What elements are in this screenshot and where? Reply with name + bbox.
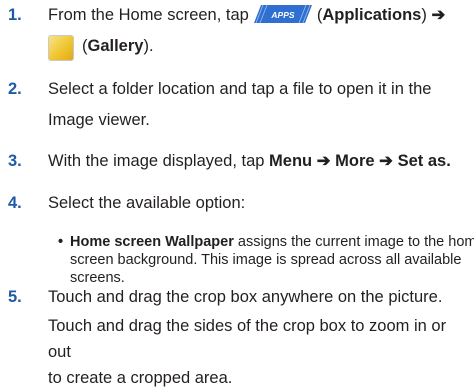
applications-label: Applications — [322, 6, 422, 24]
step-number: 4. — [8, 194, 22, 212]
more-label: More — [335, 152, 375, 170]
arrow-icon: ➔ — [431, 6, 446, 24]
step-3-intro: With the image displayed, tap — [48, 152, 265, 170]
arrow-icon: ➔ — [316, 152, 331, 170]
paren: ) — [421, 6, 427, 24]
step-number: 2. — [8, 80, 22, 98]
paren: ). — [143, 37, 154, 55]
step-number: 3. — [8, 152, 22, 170]
set-as-label: Set as. — [397, 152, 451, 170]
step-5-line-3: to create a cropped area. — [48, 369, 233, 387]
step-text: With the image displayed, tap Menu ➔ Mor… — [48, 146, 468, 177]
step-2-line-1: Select a folder location and tap a file … — [48, 80, 432, 98]
arrow-icon: ➔ — [379, 152, 393, 170]
step-number: 5. — [8, 288, 22, 306]
step-5-line-1: Touch and drag the crop box anywhere on … — [48, 288, 443, 306]
gallery-icon — [48, 35, 74, 61]
bullet-line-2: screen background. This image is spread … — [70, 252, 462, 268]
step-2-line-2: Image viewer. — [48, 111, 150, 129]
step-text: Select the available option: — [48, 194, 246, 212]
step-text: Select a folder location and tap a file … — [48, 74, 468, 136]
step-text: From the Home screen, tap APPS (Applicat… — [48, 0, 468, 31]
step-text: Touch and drag the crop box anywhere on … — [48, 282, 468, 391]
apps-icon-label: APPS — [270, 10, 294, 20]
gallery-line: (Gallery). — [82, 31, 154, 62]
home-screen-wallpaper-label: Home screen Wallpaper — [70, 234, 234, 250]
apps-icon: APPS — [253, 4, 313, 24]
bullet-text: Home screen Wallpaper assigns the curren… — [70, 233, 474, 287]
gallery-label: Gallery — [87, 37, 144, 55]
step-number: 1. — [8, 6, 22, 24]
step-5-line-2: Touch and drag the sides of the crop box… — [48, 317, 447, 361]
menu-label: Menu — [269, 152, 313, 170]
manual-page: 1. From the Home screen, tap APPS (Appli… — [0, 0, 474, 387]
bullet-line-1: assigns the current image to the home — [237, 234, 474, 250]
bullet-icon: • — [58, 234, 64, 250]
step-1-intro: From the Home screen, tap — [48, 6, 249, 24]
